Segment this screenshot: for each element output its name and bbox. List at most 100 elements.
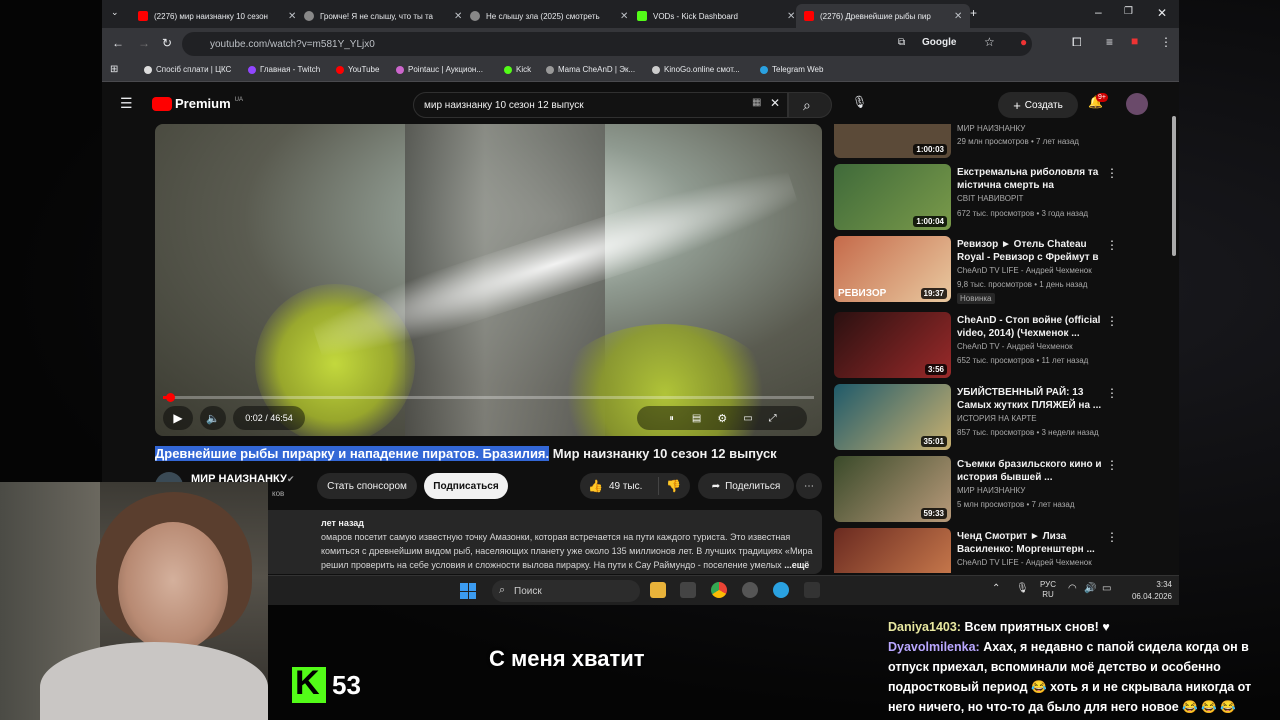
youtube-logo[interactable]: Premium UA (152, 96, 243, 111)
recommendation-thumbnail[interactable]: 3:56 (834, 312, 951, 378)
search-button[interactable]: ⌕ (788, 92, 832, 118)
rec-channel[interactable]: СВІТ НАВИВОРІТ (957, 194, 1023, 203)
rec-channel[interactable]: CheAnD TV LIFE - Андрей Чехменок (957, 558, 1092, 567)
recommendation-thumbnail[interactable]: 59:33 (834, 456, 951, 522)
fullscreen-icon[interactable]: ⤢ (769, 413, 777, 424)
clock[interactable]: 3:34 06.04.2026 (1120, 579, 1172, 603)
rec-title[interactable]: Ченд Смотрит ► Лиза Василенко: Моргенште… (957, 530, 1107, 556)
app-icon[interactable] (680, 582, 696, 598)
rec-menu-icon[interactable]: ⋮ (1106, 166, 1118, 180)
bookmark-item[interactable]: Kick (504, 65, 531, 74)
tab-2[interactable]: Громче! Я не слышу, что ты та ✕ (296, 4, 470, 28)
obs-icon[interactable] (742, 582, 758, 598)
wifi-icon[interactable]: ◠ (1068, 583, 1077, 594)
bookmark-item[interactable]: Telegram Web (760, 65, 823, 74)
close-icon[interactable]: ✕ (620, 11, 628, 22)
volume-button[interactable]: 🔈 (200, 406, 226, 430)
new-tab-icon[interactable]: + (970, 6, 977, 20)
search-input[interactable]: мир наизнанку 10 сезон 12 выпуск (413, 92, 788, 118)
close-icon[interactable]: ✕ (954, 11, 962, 22)
rec-menu-icon[interactable]: ⋮ (1106, 458, 1118, 472)
rec-menu-icon[interactable]: ⋮ (1106, 238, 1118, 252)
menu-dots-icon[interactable]: ⋮ (1160, 35, 1172, 49)
rec-channel[interactable]: ИСТОРИЯ НА КАРТЕ (957, 414, 1037, 423)
bookmark-item[interactable]: YouTube (336, 65, 379, 74)
share-button[interactable]: ➦ Поделиться (698, 473, 794, 499)
rec-menu-icon[interactable]: ⋮ (1106, 314, 1118, 328)
keyboard-icon[interactable]: ▦ (752, 97, 761, 108)
recommendation-item[interactable]: 1:00:04 Екстремальна риболовля та містич… (834, 164, 1124, 232)
progress-knob[interactable] (165, 393, 175, 402)
recommendation-item[interactable]: РЕВИЗОР 19:37 Ревизор ► Отель Chateau Roy… (834, 236, 1124, 304)
cast-icon[interactable]: ⧉ (898, 37, 905, 48)
show-more-link[interactable]: ...ещё (784, 560, 809, 570)
microphone-icon[interactable]: 🎙 (852, 95, 867, 109)
rec-channel[interactable]: CheAnD TV LIFE - Андрей Чехменок (957, 266, 1092, 275)
reload-icon[interactable]: ↻ (162, 36, 172, 50)
back-icon[interactable]: ← (112, 36, 124, 50)
bookmark-item[interactable]: Спосіб сплати | ЦКС (144, 65, 231, 74)
recommendation-item[interactable]: 3:56 CheAnD - Стоп войне (official video… (834, 312, 1124, 380)
recommendation-item[interactable]: 59:33 Съемки бразильского кино и история… (834, 456, 1124, 524)
account-avatar[interactable] (1126, 93, 1148, 115)
battery-icon[interactable]: ▭ (1102, 583, 1111, 594)
rec-title[interactable]: УБИЙСТВЕННЫЙ РАЙ: 13 Самых жутких ПЛЯЖЕЙ… (957, 386, 1107, 412)
recommendation-thumbnail[interactable]: 35:01 (834, 384, 951, 450)
window-close-icon[interactable]: ✕ (1157, 6, 1167, 20)
recommendation-thumbnail[interactable]: РЕВИЗОР 19:37 (834, 236, 951, 302)
microphone-icon[interactable]: 🎙 (1016, 583, 1029, 594)
recommendation-item[interactable]: 1:00:03 МИР НАИЗНАНКУ 29 млн просмотров … (834, 124, 1124, 158)
chrome-icon[interactable] (711, 582, 727, 598)
tab-1[interactable]: (2276) мир наизнанку 10 сезон ✕ (130, 4, 304, 28)
rec-channel[interactable]: CheAnD TV - Андрей Чехменок (957, 342, 1073, 351)
terminal-icon[interactable] (804, 582, 820, 598)
speaker-icon[interactable]: 🔊 (1084, 583, 1096, 594)
tab-5-active[interactable]: (2276) Древнейшие рыбы пир ✕ (796, 4, 971, 28)
google-profile-label[interactable]: Google (922, 37, 956, 48)
like-icon[interactable]: 👍 (588, 479, 603, 493)
create-button[interactable]: + Создать (998, 92, 1078, 118)
rec-menu-icon[interactable]: ⋮ (1106, 530, 1118, 544)
recommendation-thumbnail[interactable] (834, 528, 951, 573)
rec-channel[interactable]: МИР НАИЗНАНКУ (957, 486, 1025, 495)
subscribe-button[interactable]: Подписаться (424, 473, 508, 499)
progress-bar[interactable] (163, 393, 814, 402)
more-actions-button[interactable]: ⋯ (796, 473, 822, 499)
file-explorer-icon[interactable] (650, 582, 666, 598)
bookmark-star-icon[interactable]: ☆ (984, 35, 995, 49)
clear-search-icon[interactable]: ✕ (770, 96, 780, 110)
extension-icon[interactable]: ● (1020, 35, 1027, 49)
forward-icon[interactable]: → (138, 36, 150, 50)
taskbar-search[interactable]: ⌕ Поиск (492, 580, 640, 602)
rec-menu-icon[interactable]: ⋮ (1106, 386, 1118, 400)
bookmark-item[interactable]: Pointauc | Аукцион... (396, 65, 483, 74)
rec-title[interactable]: Ревизор ► Отель Chateau Royal - Ревизор … (957, 238, 1107, 264)
bookmark-item[interactable]: Главная - Twitch (248, 65, 320, 74)
tab-4[interactable]: VODs - Kick Dashboard ✕ (629, 4, 803, 28)
bookmark-item[interactable]: KinoGo.online смот... (652, 65, 740, 74)
dislike-icon[interactable]: 👎 (666, 479, 681, 493)
language-indicator[interactable]: РУС RU (1040, 580, 1056, 600)
scrollbar-thumb[interactable] (1172, 116, 1176, 256)
windows-start-icon[interactable] (460, 583, 476, 599)
media-icon[interactable]: ≡ (1106, 35, 1113, 49)
minimize-icon[interactable]: – (1095, 5, 1102, 19)
theater-mode-icon[interactable]: ▭ (743, 413, 752, 424)
rec-channel[interactable]: МИР НАИЗНАНКУ (957, 124, 1025, 133)
settings-gear-icon[interactable]: ⚙ (717, 412, 727, 425)
tab-3[interactable]: Не слышу зла (2025) смотреть ✕ (462, 4, 636, 28)
recommendation-thumbnail[interactable]: 1:00:04 (834, 164, 951, 230)
extensions-puzzle-icon[interactable]: ⧠ (1072, 35, 1082, 50)
tray-chevron-icon[interactable]: ⌃ (992, 583, 1000, 594)
recommendation-item[interactable]: 35:01 УБИЙСТВЕННЫЙ РАЙ: 13 Самых жутких … (834, 384, 1124, 452)
video-player[interactable]: ▶ 🔈 0:02 / 46:54 ⏸ ▤ ⚙ ▭ ⤢ (155, 124, 822, 436)
telegram-icon[interactable] (773, 582, 789, 598)
autoplay-toggle-icon[interactable]: ⏸ (669, 413, 674, 424)
rec-title[interactable]: Съемки бразильского кино и история бывше… (957, 458, 1107, 484)
page-scrollbar[interactable] (1170, 86, 1178, 576)
restore-icon[interactable]: ❐ (1124, 6, 1133, 17)
recommendation-item[interactable]: Ченд Смотрит ► Лиза Василенко: Моргенште… (834, 528, 1124, 573)
close-icon[interactable]: ✕ (787, 11, 795, 22)
tab-search-icon[interactable]: ⌄ (111, 7, 119, 18)
recommendation-thumbnail[interactable]: 1:00:03 (834, 124, 951, 158)
